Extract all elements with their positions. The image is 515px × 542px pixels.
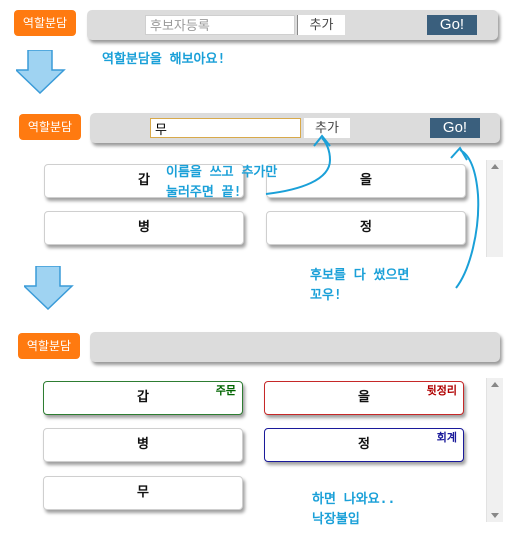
assigned-card[interactable]: 무: [43, 476, 243, 510]
note-line: 하면 나와요..: [312, 492, 396, 507]
note-line: 후보를 다 썼으면: [310, 268, 410, 283]
assigned-card[interactable]: 을 뒷정리: [264, 381, 464, 415]
instruction-note: 하면 나와요.. 낙장불입: [312, 490, 395, 530]
down-arrow-icon: [24, 266, 74, 310]
assigned-card[interactable]: 병: [43, 428, 243, 462]
scrollbar[interactable]: [486, 378, 503, 522]
assigned-card[interactable]: 정 회계: [264, 428, 464, 462]
note-line: 꼬우!: [310, 288, 342, 303]
candidate-name: 을: [358, 390, 370, 405]
assigned-card[interactable]: 갑 주문: [43, 381, 243, 415]
candidate-name: 정: [358, 437, 370, 452]
candidate-name: 병: [137, 437, 149, 452]
role-label: 뒷정리: [426, 384, 457, 397]
role-division-tag: 역할분담: [18, 333, 80, 359]
result-toolbar: [90, 332, 500, 362]
scroll-up-icon[interactable]: [491, 382, 499, 387]
candidate-name: 무: [137, 485, 149, 500]
note-line: 낙장불입: [312, 512, 360, 527]
role-label: 회계: [436, 431, 457, 444]
candidate-name: 갑: [137, 390, 149, 405]
role-label: 주문: [215, 384, 236, 397]
instruction-note: 후보를 다 썼으면 꼬우!: [310, 266, 409, 306]
scroll-down-icon[interactable]: [491, 513, 499, 518]
